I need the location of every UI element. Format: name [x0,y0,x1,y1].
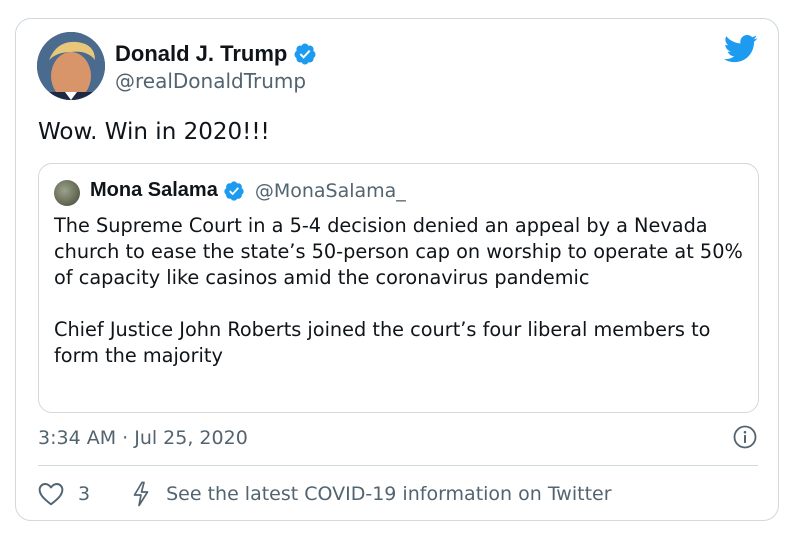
info-icon[interactable] [733,425,757,449]
quoted-author-name: Mona Salama [90,179,218,201]
quoted-tweet-paragraph: Chief Justice John Roberts joined the co… [54,318,711,367]
twitter-bird-icon[interactable] [724,34,758,64]
tweet-card[interactable]: Donald J. Trump @realDonaldTrump Wow. Wi… [15,18,779,521]
divider [38,465,758,466]
tweet-text: Wow. Win in 2020!!! [38,119,270,145]
flash-icon[interactable] [130,481,152,507]
quoted-tweet-paragraph: The Supreme Court in a 5-4 decision deni… [54,214,743,289]
quoted-tweet[interactable]: Mona Salama @MonaSalama_ The Supreme Cou… [38,163,759,413]
heart-icon[interactable] [38,482,64,506]
quoted-author-handle: @MonaSalama_ [254,179,406,202]
tweet-timestamp[interactable]: 3:34 AM · Jul 25, 2020 [38,427,248,449]
author-handle[interactable]: @realDonaldTrump [115,69,306,93]
verified-badge-icon [294,43,316,65]
verified-badge-icon [224,180,244,201]
tweet-actions: 3 See the latest COVID-19 information on… [38,481,612,507]
covid-info-link[interactable]: See the latest COVID-19 information on T… [166,483,611,505]
like-count: 3 [78,483,91,505]
author-name[interactable]: Donald J. Trump [115,41,287,67]
quoted-tweet-text: The Supreme Court in a 5-4 decision deni… [54,213,749,369]
quoted-author-avatar[interactable] [54,180,80,206]
author-avatar[interactable] [37,32,105,100]
author-avatar-image [37,32,105,100]
